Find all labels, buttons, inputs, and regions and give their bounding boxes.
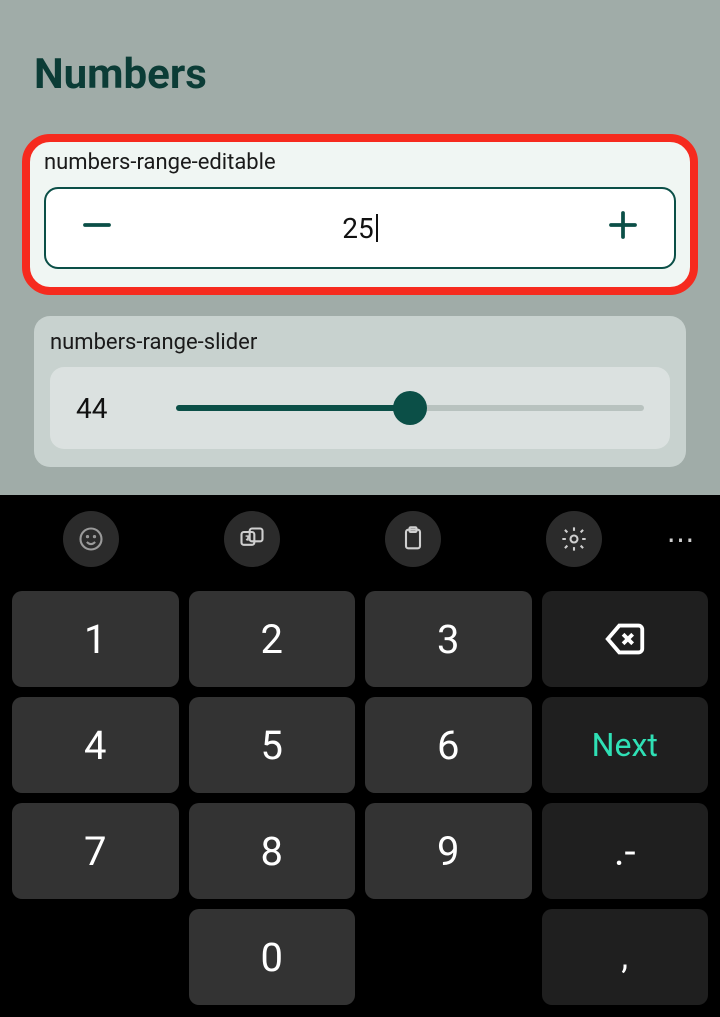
emoji-icon bbox=[77, 525, 105, 553]
key-comma[interactable]: , bbox=[542, 909, 709, 1005]
soft-keyboard: ⋯ 1 2 3 4 5 6 Next 7 8 9 .- 0 , bbox=[0, 495, 720, 1017]
settings-button[interactable] bbox=[546, 511, 602, 567]
key-next[interactable]: Next bbox=[542, 697, 709, 793]
slider-value: 44 bbox=[76, 392, 176, 425]
keyboard-toolbar: ⋯ bbox=[0, 495, 720, 583]
key-0[interactable]: 0 bbox=[189, 909, 356, 1005]
numbers-range-editable-card: numbers-range-editable 25 bbox=[22, 134, 698, 295]
key-4[interactable]: 4 bbox=[12, 697, 179, 793]
minus-icon bbox=[79, 207, 115, 243]
key-spacer-left bbox=[12, 909, 179, 1005]
slider-container: 44 bbox=[50, 367, 670, 449]
key-5[interactable]: 5 bbox=[189, 697, 356, 793]
slider-track[interactable] bbox=[176, 405, 644, 411]
key-spacer-right bbox=[365, 909, 532, 1005]
key-6[interactable]: 6 bbox=[365, 697, 532, 793]
text-caret bbox=[376, 214, 378, 242]
slider-thumb[interactable] bbox=[393, 391, 427, 425]
key-1[interactable]: 1 bbox=[12, 591, 179, 687]
key-9[interactable]: 9 bbox=[365, 803, 532, 899]
keyboard-keypad: 1 2 3 4 5 6 Next 7 8 9 .- 0 , bbox=[0, 583, 720, 1017]
translate-icon bbox=[238, 525, 266, 553]
decrement-button[interactable] bbox=[72, 207, 122, 250]
slider-fill bbox=[176, 405, 410, 411]
translate-button[interactable] bbox=[224, 511, 280, 567]
stepper-value[interactable]: 25 bbox=[342, 212, 377, 245]
numbers-range-editable[interactable]: 25 bbox=[44, 187, 676, 269]
key-8[interactable]: 8 bbox=[189, 803, 356, 899]
numbers-range-slider-card: numbers-range-slider 44 bbox=[34, 316, 686, 467]
clipboard-button[interactable] bbox=[385, 511, 441, 567]
key-3[interactable]: 3 bbox=[365, 591, 532, 687]
emoji-button[interactable] bbox=[63, 511, 119, 567]
clipboard-icon bbox=[399, 525, 427, 553]
page-title: Numbers bbox=[34, 50, 207, 99]
stepper-value-text: 25 bbox=[342, 212, 373, 245]
backspace-icon bbox=[602, 616, 648, 662]
gear-icon bbox=[560, 525, 588, 553]
increment-button[interactable] bbox=[598, 207, 648, 250]
plus-icon bbox=[605, 207, 641, 243]
key-2[interactable]: 2 bbox=[189, 591, 356, 687]
key-dot-dash[interactable]: .- bbox=[542, 803, 709, 899]
field-label-editable: numbers-range-editable bbox=[44, 150, 676, 175]
field-label-slider: numbers-range-slider bbox=[50, 330, 670, 355]
key-backspace[interactable] bbox=[542, 591, 709, 687]
key-7[interactable]: 7 bbox=[12, 803, 179, 899]
keyboard-more-button[interactable]: ⋯ bbox=[654, 523, 710, 556]
content-area: Numbers numbers-range-editable 25 number… bbox=[0, 0, 720, 495]
